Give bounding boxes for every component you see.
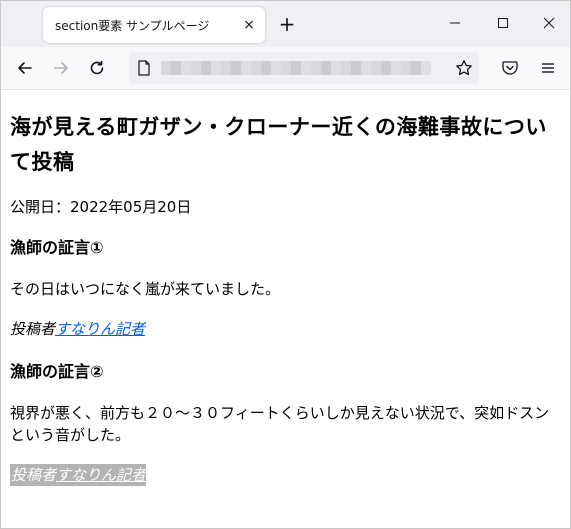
- bookmark-star-icon[interactable]: [455, 59, 473, 77]
- article-title: 海が見える町ガザン・クローナー近くの海難事故について投稿: [10, 115, 547, 174]
- author-link[interactable]: すなりん記者: [56, 466, 146, 484]
- section-heading: 漁師の証言②: [10, 362, 104, 381]
- tab-title: section要素 サンプルページ: [55, 18, 210, 33]
- active-tab[interactable]: section要素 サンプルページ ×: [43, 7, 265, 43]
- browser-window: section要素 サンプルページ × + 海が見える町ガザン・クローナー近くの…: [0, 0, 571, 529]
- pocket-icon[interactable]: [501, 59, 519, 77]
- page-icon: [138, 60, 150, 76]
- blurred-url: [161, 61, 431, 75]
- author-link[interactable]: すなりん記者: [55, 320, 145, 338]
- maximize-icon[interactable]: [495, 15, 511, 31]
- tab-strip: section要素 サンプルページ × +: [1, 1, 570, 47]
- section-body: 視界が悪く、前方も２０～３０フィートくらいしか見えない状況で、突如ドスンという音…: [10, 404, 550, 444]
- new-tab-button[interactable]: +: [277, 14, 297, 34]
- author-line: 投稿者すなりん記者: [10, 318, 561, 340]
- testimony-section-1: 漁師の証言① その日はいつになく嵐が来ていました。 投稿者すなりん記者: [10, 236, 561, 340]
- back-arrow-icon[interactable]: [15, 58, 35, 78]
- published-date: 公開日：2022年05月20日: [10, 198, 192, 216]
- reload-icon[interactable]: [87, 58, 107, 78]
- author-prefix: 投稿者: [11, 466, 57, 484]
- testimony-section-2: 漁師の証言② 視界が悪く、前方も２０～３０フィートくらいしか見えない状況で、突如…: [10, 360, 561, 486]
- page-content: 海が見える町ガザン・クローナー近くの海難事故について投稿 公開日：2022年05…: [1, 90, 570, 486]
- hamburger-menu-icon[interactable]: [539, 59, 557, 77]
- author-prefix: 投稿者: [10, 320, 56, 338]
- address-bar[interactable]: [129, 52, 479, 84]
- section-heading: 漁師の証言①: [10, 238, 104, 257]
- window-close-icon[interactable]: [541, 15, 557, 31]
- forward-arrow-icon[interactable]: [51, 58, 71, 78]
- section-body: その日はいつになく嵐が来ていました。: [10, 280, 281, 298]
- minimize-icon[interactable]: [447, 15, 463, 31]
- navigation-bar: [1, 47, 570, 90]
- author-line-selected: 投稿者すなりん記者: [10, 464, 147, 486]
- tab-close-icon[interactable]: ×: [241, 17, 257, 33]
